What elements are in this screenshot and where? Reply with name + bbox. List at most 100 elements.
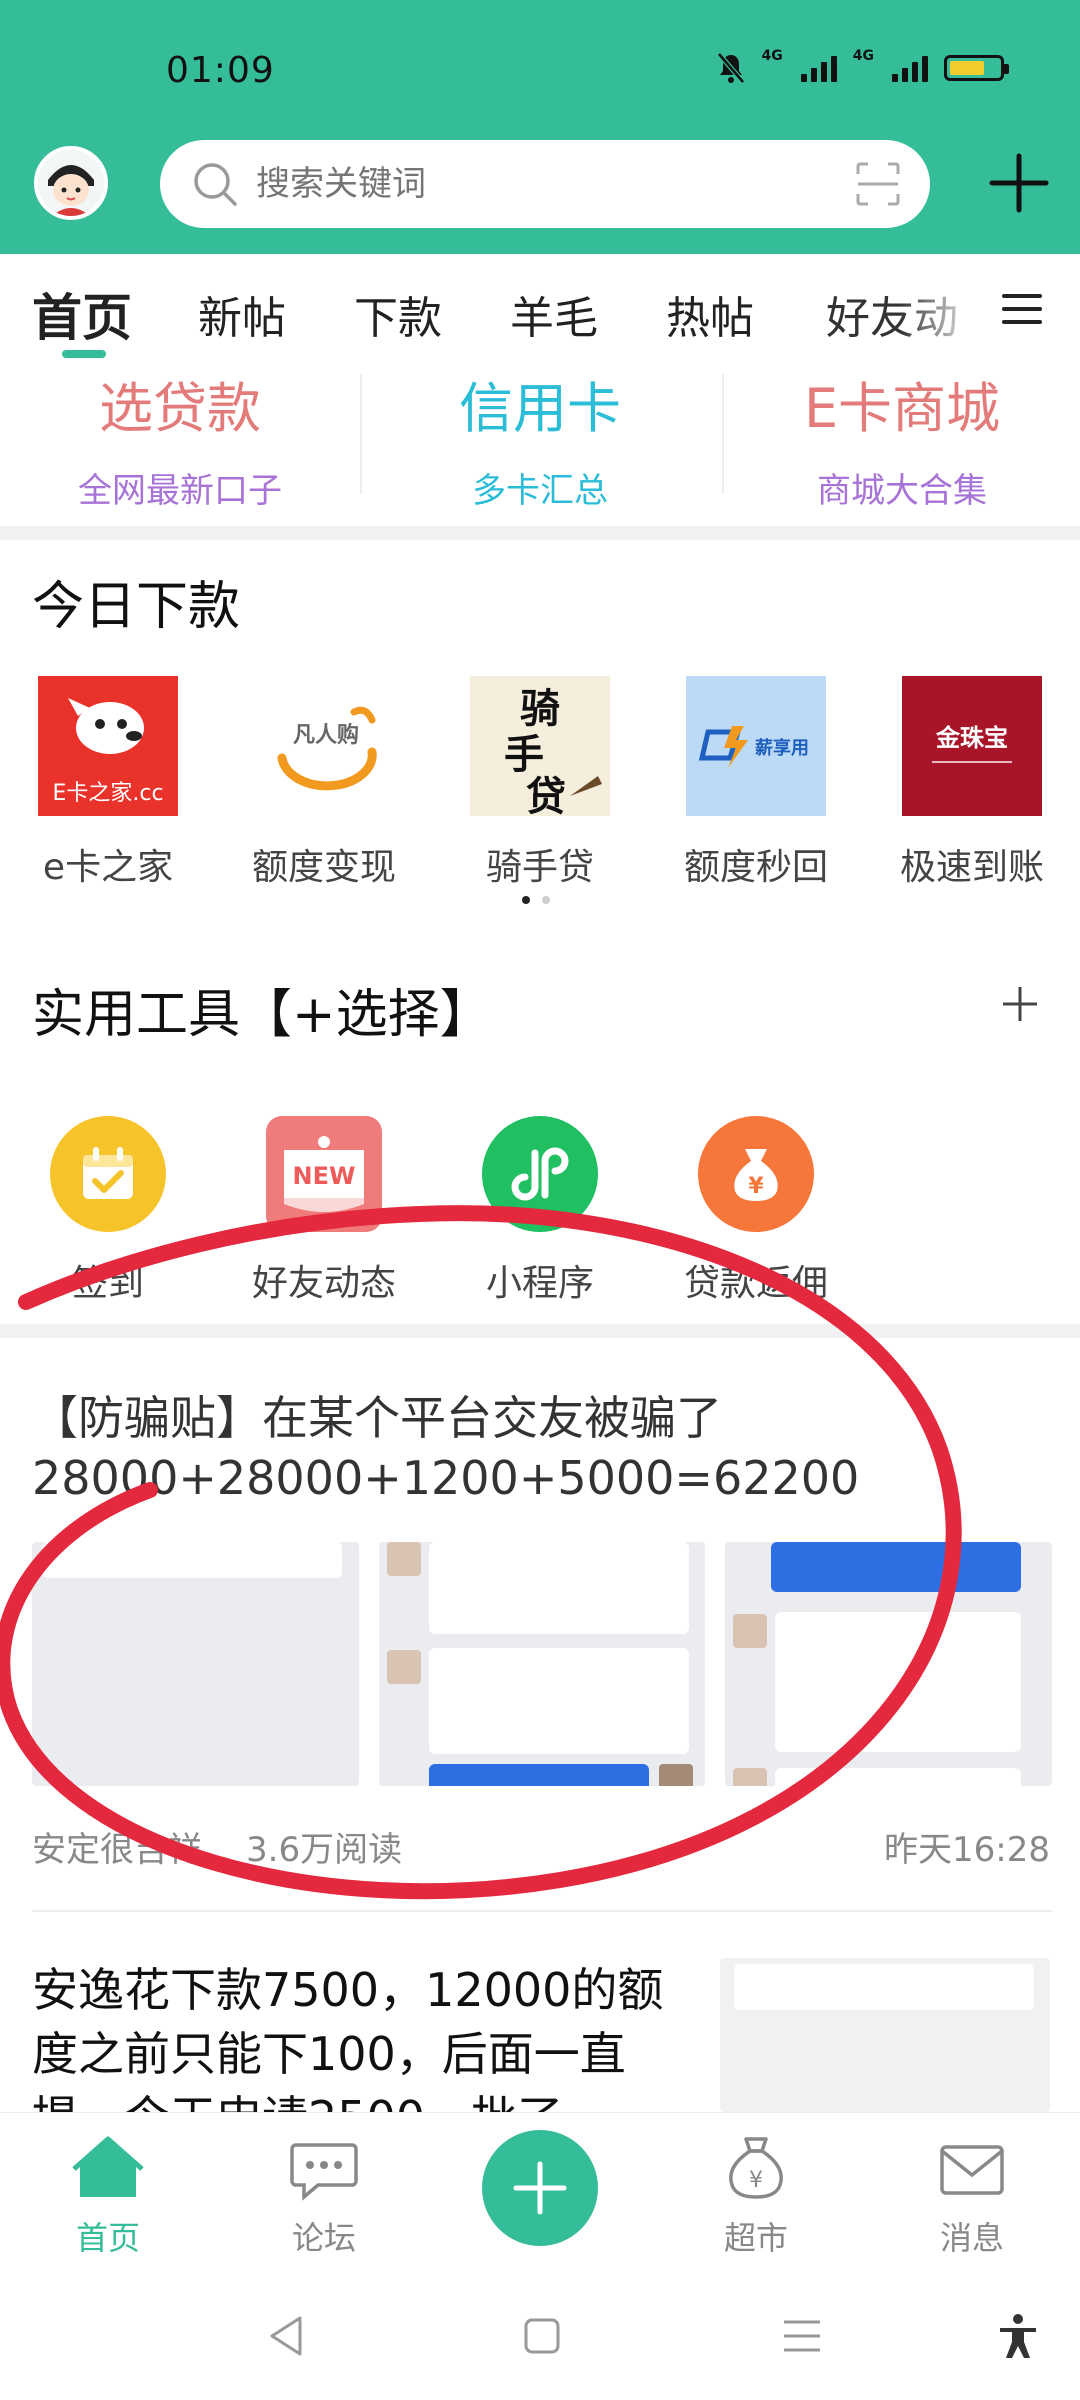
post-author[interactable]: 安定很吉祥: [32, 1822, 202, 1871]
money-bag-icon: ¥: [698, 1116, 814, 1232]
nav-label: 首页: [75, 2219, 140, 2257]
active-tab-indicator: [62, 350, 106, 358]
carousel-indicator: [522, 896, 550, 904]
tool-mini-program[interactable]: 小程序: [440, 1116, 640, 1306]
app-header: [0, 140, 1080, 254]
loan-logo: 凡人购: [254, 676, 394, 816]
menu-icon[interactable]: [1002, 292, 1042, 326]
svg-text:薪享用: 薪享用: [755, 737, 809, 759]
loan-label: 额度秒回: [683, 847, 828, 888]
signal-icon-2: [892, 54, 928, 82]
tool-label: 贷款返佣: [683, 1263, 828, 1304]
system-nav-bar: [0, 2272, 1080, 2400]
clock: 01:09: [166, 50, 275, 91]
recents-icon[interactable]: [778, 2312, 826, 2360]
mute-icon: [716, 52, 745, 84]
calendar-check-icon: [50, 1116, 166, 1232]
quick-links: 选贷款 全网最新口子 信用卡 多卡汇总 E卡商城 商城大合集: [0, 364, 1080, 524]
svg-text:手: 手: [504, 731, 544, 778]
post-image[interactable]: [725, 1542, 1053, 1786]
post-image[interactable]: [720, 1958, 1050, 2112]
quick-link-e-card-mall[interactable]: E卡商城 商城大合集: [722, 364, 1080, 512]
status-icons: 4G 4G: [716, 48, 1009, 84]
nav-label: 消息: [939, 2219, 1004, 2257]
status-bar: 01:09 4G 4G: [0, 0, 1080, 140]
svg-text:NEW: NEW: [293, 1162, 356, 1190]
tab-fade: [900, 254, 980, 354]
svg-text:¥: ¥: [748, 1174, 764, 1199]
section-gap: [0, 526, 1080, 540]
carousel-dot: [542, 896, 550, 904]
home-button-icon[interactable]: [518, 2312, 566, 2360]
nav-home[interactable]: 首页: [28, 2135, 188, 2259]
new-post-button[interactable]: [482, 2130, 598, 2246]
nav-forum[interactable]: 论坛: [244, 2135, 404, 2259]
post-title[interactable]: 【防骗贴】在某个平台交友被骗了28000+28000+1200+5000=622…: [32, 1388, 1052, 1508]
tools-title: 实用工具【+选择】: [32, 985, 492, 1045]
loan-label: e卡之家: [42, 847, 174, 888]
signal-icon: [800, 54, 837, 82]
loan-label: 极速到账: [899, 847, 1044, 888]
quick-link-credit-card[interactable]: 信用卡 多卡汇总: [360, 364, 720, 512]
loan-logo: 骑 手 贷: [470, 676, 610, 816]
yuan-bag-icon: ¥: [729, 2137, 783, 2199]
loan-logo: E卡之家.cc: [38, 676, 178, 816]
loan-item-quota-cash[interactable]: 凡人购 额度变现: [252, 676, 396, 890]
plus-icon: [513, 2161, 567, 2215]
quick-link-subtitle: 全网最新口子: [78, 471, 282, 511]
add-icon[interactable]: [986, 150, 1052, 216]
loan-logo: 金珠宝: [902, 676, 1042, 816]
tab-home[interactable]: 首页: [32, 278, 132, 350]
post-image[interactable]: [32, 1542, 359, 1786]
accessibility-icon[interactable]: [994, 2312, 1042, 2360]
nav-messages[interactable]: 消息: [892, 2135, 1052, 2259]
loan-item-ecard-home[interactable]: E卡之家.cc e卡之家: [38, 676, 178, 890]
post-time: 昨天16:28: [884, 1830, 1050, 1870]
nav-market[interactable]: ¥ 超市: [676, 2135, 836, 2259]
loan-logo: 薪享用: [686, 676, 826, 816]
mini-program-icon: [482, 1116, 598, 1232]
loan-item-rider-loan[interactable]: 骑 手 贷 骑手贷: [470, 676, 610, 890]
quick-link-title: E卡商城: [803, 377, 1001, 440]
tool-loan-rebate[interactable]: ¥ 贷款返佣: [656, 1116, 856, 1306]
search-bar[interactable]: [160, 140, 930, 228]
network-label-2: 4G: [852, 48, 874, 64]
search-input[interactable]: [256, 164, 816, 204]
svg-text:骑: 骑: [520, 685, 560, 732]
quick-link-title: 选贷款: [99, 377, 261, 440]
chat-bubble-icon: [290, 2143, 358, 2201]
avatar[interactable]: [34, 146, 108, 220]
section-gap: [0, 1324, 1080, 1338]
tool-checkin[interactable]: 签到: [8, 1116, 208, 1306]
today-loans-title: 今日下款: [32, 577, 241, 637]
tab-deals[interactable]: 羊毛: [510, 282, 598, 346]
quick-link-subtitle: 多卡汇总: [472, 471, 608, 511]
loan-item-fast-arrival[interactable]: 金珠宝 极速到账: [900, 676, 1044, 890]
scan-icon[interactable]: [856, 162, 900, 206]
tool-label: 好友动态: [251, 1263, 396, 1304]
post-images[interactable]: [32, 1542, 1053, 1786]
quick-link-loans[interactable]: 选贷款 全网最新口子: [0, 364, 360, 512]
loan-label: 骑手贷: [485, 847, 594, 888]
post-divider: [32, 1910, 1052, 1912]
quick-link-subtitle: 商城大合集: [817, 471, 987, 511]
tab-new-posts[interactable]: 新帖: [198, 282, 286, 346]
back-icon[interactable]: [262, 2312, 310, 2360]
new-tag-icon: NEW: [266, 1116, 382, 1232]
envelope-icon: [940, 2145, 1004, 2195]
tab-hot[interactable]: 热帖: [666, 282, 754, 346]
post-title[interactable]: 安逸花下款7500，12000的额度之前只能下100，后面一直提，今天申请250…: [32, 1958, 692, 2112]
nav-label: 超市: [723, 2219, 788, 2257]
tab-loans[interactable]: 下款: [354, 282, 442, 346]
post-image[interactable]: [378, 1542, 706, 1786]
carousel-dot-active: [522, 896, 530, 904]
post-reads: 3.6万阅读: [246, 1830, 403, 1870]
tool-friend-feed[interactable]: NEW 好友动态: [224, 1116, 424, 1306]
svg-text:贷: 贷: [526, 773, 566, 816]
nav-label: 论坛: [291, 2219, 356, 2257]
svg-text:金珠宝: 金珠宝: [935, 724, 1008, 752]
network-label-1: 4G: [761, 48, 783, 64]
tab-bar: 首页 新帖 下款 羊毛 热帖 好友动: [0, 254, 1080, 364]
loan-item-quota-instant[interactable]: 薪享用 额度秒回: [684, 676, 828, 890]
add-tool-icon[interactable]: [1000, 984, 1040, 1024]
